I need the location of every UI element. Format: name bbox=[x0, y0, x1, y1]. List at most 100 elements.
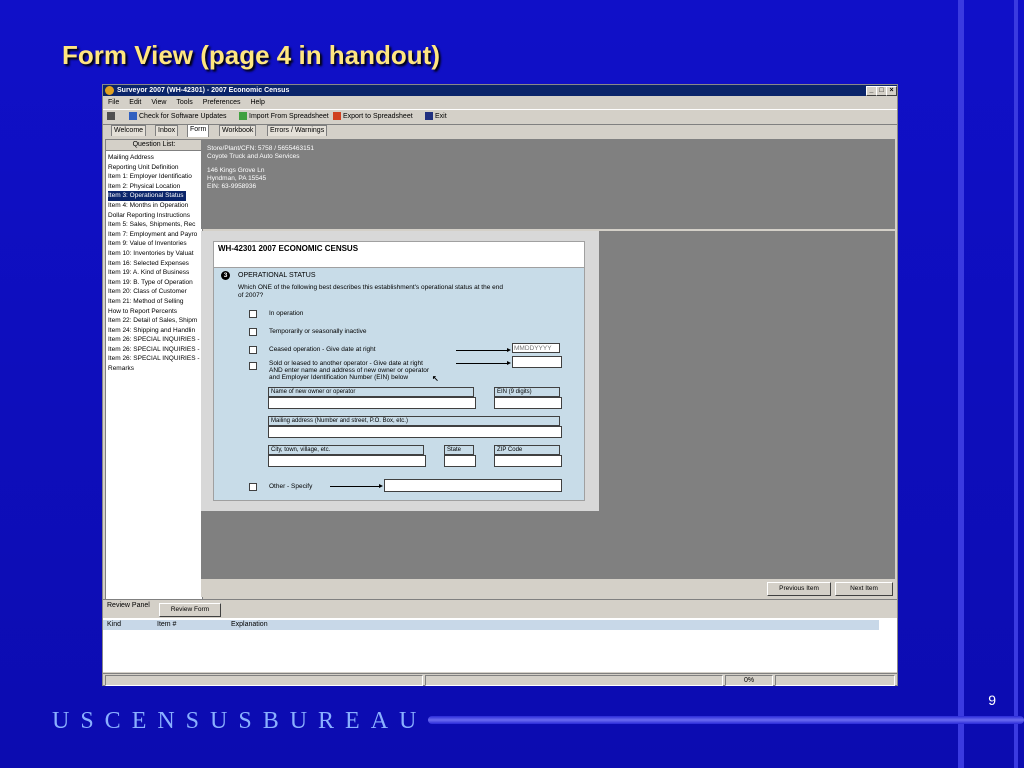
ceased-date-field[interactable] bbox=[512, 343, 560, 353]
question-list-item[interactable]: Mailing Address bbox=[108, 153, 202, 163]
question-list-panel: Question List: Mailing Address Reporting … bbox=[105, 139, 203, 651]
slide-title: Form View (page 4 in handout) bbox=[62, 40, 440, 70]
state-field[interactable] bbox=[444, 455, 476, 467]
review-tabs: Review Panel Review Form bbox=[103, 600, 897, 618]
info-company-name: Coyote Truck and Auto Services bbox=[207, 153, 300, 160]
arrow-to-sold-date bbox=[456, 361, 511, 365]
question-list-item[interactable]: Item 4: Months in Operation bbox=[108, 201, 202, 211]
section-title: OPERATIONAL STATUS bbox=[238, 272, 316, 279]
app-icon bbox=[105, 86, 114, 95]
question-list-item[interactable]: Item 5: Sales, Shipments, Rec bbox=[108, 220, 202, 230]
question-list-item-selected[interactable]: Item 3: Operational Status bbox=[108, 191, 186, 201]
question-list-item[interactable]: Dollar Reporting Instructions bbox=[108, 211, 202, 221]
menu-tools[interactable]: Tools bbox=[176, 99, 192, 106]
export-button[interactable]: Export to Spreadsheet bbox=[333, 112, 413, 122]
app-window: Surveyor 2007 (WH-42301) - 2007 Economic… bbox=[102, 84, 898, 686]
review-form-button[interactable]: Review Form bbox=[159, 603, 221, 617]
label-temporarily-inactive: Temporarily or seasonally inactive bbox=[269, 328, 367, 335]
tab-errors-warnings[interactable]: Errors / Warnings bbox=[267, 125, 328, 136]
question-list-item[interactable]: Item 7: Employment and Payro bbox=[108, 230, 202, 240]
tab-inbox[interactable]: Inbox bbox=[155, 125, 179, 136]
checkbox-in-operation[interactable] bbox=[249, 310, 257, 318]
column-kind: Kind bbox=[107, 621, 122, 628]
question-list-item[interactable]: Item 22: Detail of Sales, Shipm bbox=[108, 316, 202, 326]
city-field[interactable] bbox=[268, 455, 426, 467]
question-list-item[interactable]: Item 3: Operational Status bbox=[108, 191, 202, 201]
exit-button[interactable]: Exit bbox=[425, 112, 447, 122]
checkbox-sold-leased[interactable] bbox=[249, 362, 257, 370]
question-list-item[interactable]: Item 26: SPECIAL INQUIRIES - bbox=[108, 354, 202, 364]
establishment-info-panel: Store/Plant/CFN: 5758 / 5655463151 Coyot… bbox=[201, 139, 895, 229]
check-updates-button[interactable]: Check for Software Updates bbox=[129, 112, 227, 122]
review-panel-label: Review Panel bbox=[107, 602, 150, 609]
question-text-line2: of 2007? bbox=[238, 292, 264, 299]
ein-field[interactable] bbox=[494, 397, 562, 409]
label-zip: ZIP Code bbox=[494, 445, 560, 455]
tab-form[interactable]: Form bbox=[187, 124, 210, 137]
question-list-item[interactable]: Item 21: Method of Selling bbox=[108, 297, 202, 307]
status-segment-1 bbox=[105, 675, 423, 686]
arrow-to-other bbox=[330, 484, 383, 488]
column-explanation: Explanation bbox=[231, 621, 268, 628]
question-list-item[interactable]: Item 10: Inventories by Valuat bbox=[108, 249, 202, 259]
question-list-item[interactable]: Item 26: SPECIAL INQUIRIES - bbox=[108, 335, 202, 345]
tab-welcome[interactable]: Welcome bbox=[111, 125, 147, 136]
other-specify-field[interactable] bbox=[384, 479, 562, 492]
label-state: State bbox=[444, 445, 474, 455]
question-list-item[interactable]: How to Report Percents bbox=[108, 307, 202, 317]
item-navigation: Previous Item Next Item bbox=[201, 579, 895, 597]
form-area: WH-42301 2007 ECONOMIC CENSUS 3 OPERATIO… bbox=[201, 231, 895, 579]
info-ein: EIN: 63-9958936 bbox=[207, 183, 257, 190]
next-item-button[interactable]: Next Item bbox=[835, 582, 893, 596]
menu-view[interactable]: View bbox=[151, 99, 166, 106]
question-list-item[interactable]: Item 2: Physical Location bbox=[108, 182, 202, 192]
arrow-to-date bbox=[456, 348, 511, 352]
import-icon bbox=[239, 112, 247, 121]
window-title: Surveyor 2007 (WH-42301) - 2007 Economic… bbox=[117, 87, 290, 94]
checkbox-other[interactable] bbox=[249, 483, 257, 491]
label-sold-leased: Sold or leased to another operator - Giv… bbox=[269, 360, 423, 367]
question-list-item[interactable]: Item 9: Value of Inventories bbox=[108, 239, 202, 249]
close-button[interactable]: × bbox=[886, 86, 897, 96]
question-list-item[interactable]: Item 20: Class of Customer bbox=[108, 287, 202, 297]
info-street: 146 Kings Grove Ln bbox=[207, 167, 265, 174]
sold-date-field[interactable] bbox=[512, 356, 562, 368]
status-segment-4 bbox=[775, 675, 895, 686]
menu-file[interactable]: File bbox=[108, 99, 119, 106]
question-list-item[interactable]: Item 1: Employer Identificatio bbox=[108, 172, 202, 182]
question-list-item[interactable]: Item 16: Selected Expenses bbox=[108, 259, 202, 269]
review-panel: Review Panel Review Form Kind Item # Exp… bbox=[103, 599, 897, 672]
question-list-item[interactable]: Item 26: SPECIAL INQUIRIES - bbox=[108, 345, 202, 355]
update-icon bbox=[129, 112, 137, 121]
menu-help[interactable]: Help bbox=[250, 99, 264, 106]
menu-preferences[interactable]: Preferences bbox=[203, 99, 241, 106]
tab-workbook[interactable]: Workbook bbox=[219, 125, 257, 136]
item-number-badge: 3 bbox=[221, 271, 230, 280]
question-list-item[interactable]: Item 19: B. Type of Operation bbox=[108, 278, 202, 288]
import-button[interactable]: Import From Spreadsheet bbox=[239, 112, 329, 122]
menu-edit[interactable]: Edit bbox=[129, 99, 141, 106]
label-ein: EIN (9 digits) bbox=[494, 387, 560, 397]
checkbox-ceased-operation[interactable] bbox=[249, 346, 257, 354]
menu-bar: File Edit View Tools Preferences Help bbox=[103, 97, 897, 108]
question-text-line1: Which ONE of the following best describe… bbox=[238, 284, 503, 291]
question-list-item[interactable]: Reporting Unit Definition bbox=[108, 163, 202, 173]
label-mailing-address: Mailing address (Number and street, P.O.… bbox=[268, 416, 560, 426]
question-list-item[interactable]: Item 24: Shipping and Handlin bbox=[108, 326, 202, 336]
question-list-item[interactable]: Item 19: A. Kind of Business bbox=[108, 268, 202, 278]
previous-item-button[interactable]: Previous Item bbox=[767, 582, 831, 596]
owner-name-field[interactable] bbox=[268, 397, 476, 409]
zip-field[interactable] bbox=[494, 455, 562, 467]
question-list-item[interactable]: Remarks bbox=[108, 364, 202, 374]
label-sold-leased-2: AND enter name and address of new owner … bbox=[269, 367, 430, 374]
column-item-number: Item # bbox=[157, 621, 177, 628]
mailing-address-field[interactable] bbox=[268, 426, 562, 438]
form-page: WH-42301 2007 ECONOMIC CENSUS 3 OPERATIO… bbox=[213, 241, 585, 501]
tab-bar: Welcome Inbox Form Workbook Errors / War… bbox=[103, 124, 897, 137]
question-list: Mailing Address Reporting Unit Definition… bbox=[108, 153, 202, 374]
export-icon bbox=[333, 112, 341, 121]
save-icon[interactable] bbox=[107, 112, 117, 122]
status-bar: 0% bbox=[103, 673, 897, 686]
cursor-icon: ↖ bbox=[432, 374, 439, 383]
checkbox-temporarily-inactive[interactable] bbox=[249, 328, 257, 336]
